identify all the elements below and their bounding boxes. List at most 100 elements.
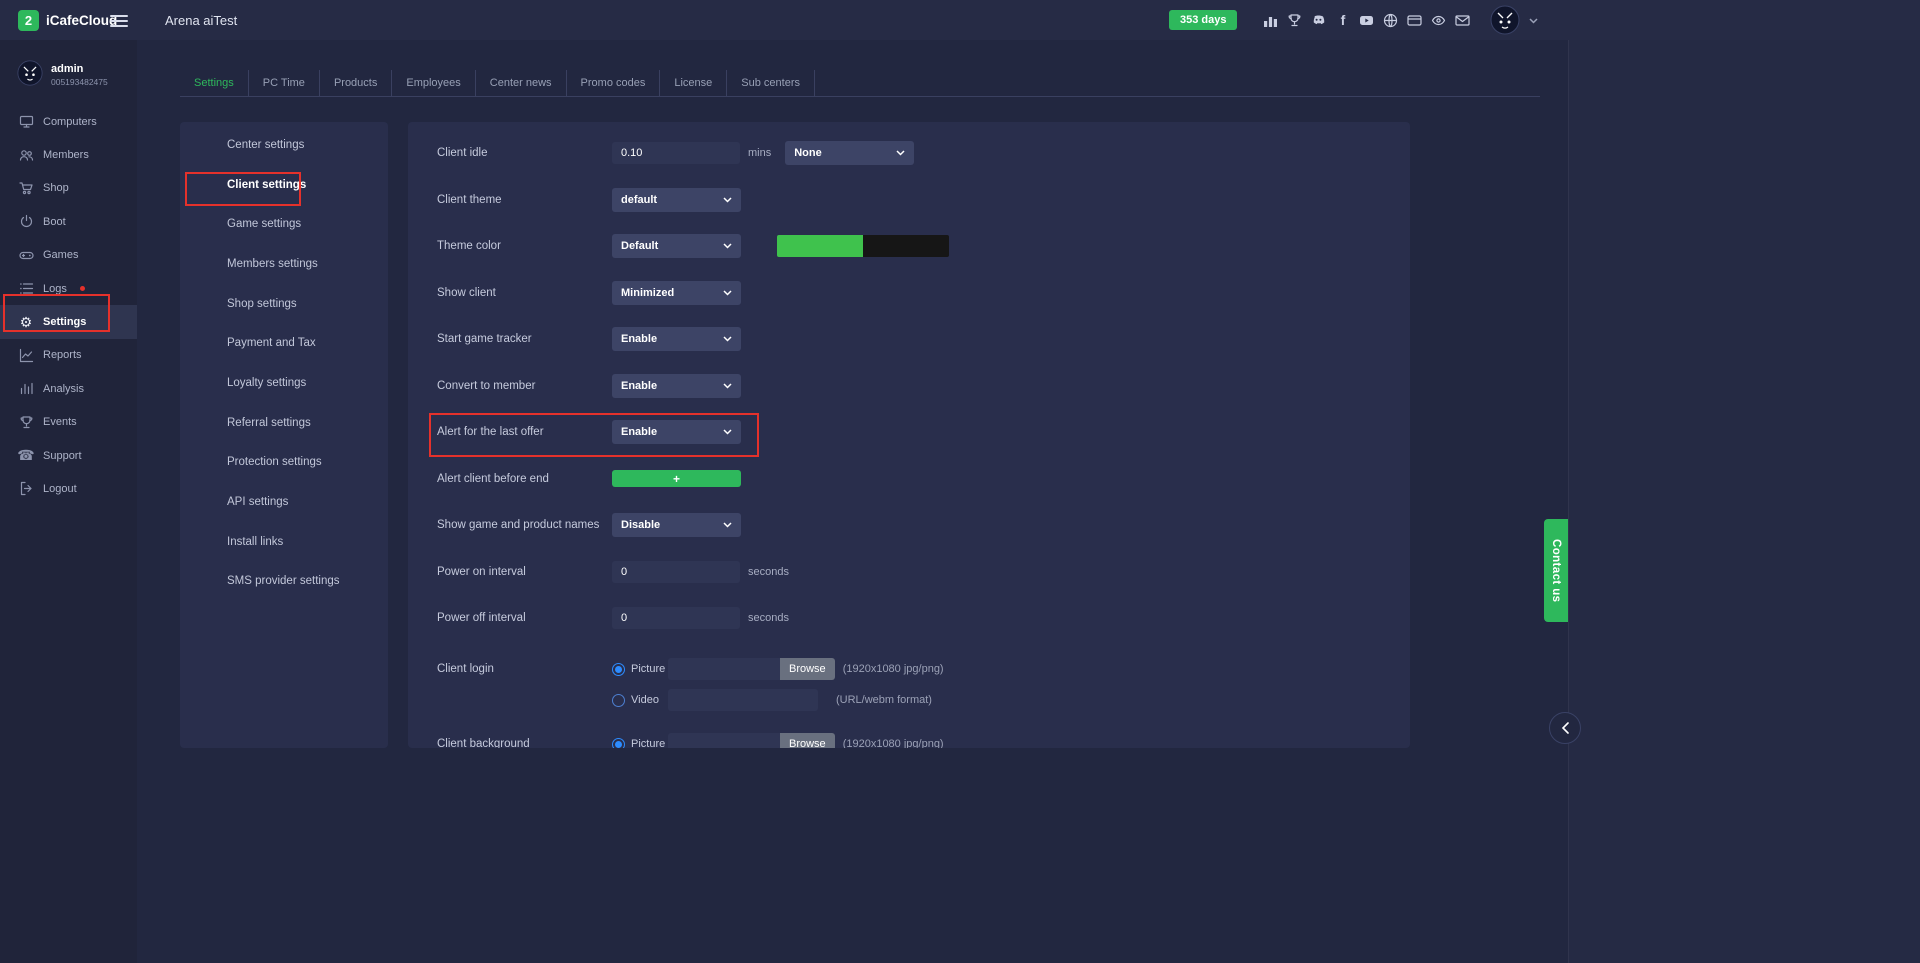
tab-license[interactable]: License [660, 70, 727, 96]
client-theme-select[interactable]: default [612, 188, 741, 212]
sidebar-item-analysis[interactable]: Analysis [0, 372, 137, 405]
card-icon[interactable] [1406, 12, 1423, 29]
cart-icon [18, 181, 34, 196]
tab-employees[interactable]: Employees [392, 70, 475, 96]
client-background-label: Client background [437, 729, 612, 749]
license-days-badge[interactable]: 353 days [1169, 10, 1237, 30]
tab-sub-centers[interactable]: Sub centers [727, 70, 815, 96]
row-client-theme: Client theme default [437, 177, 1410, 224]
alert-last-offer-select[interactable]: Enable [612, 420, 741, 444]
tab-center-news[interactable]: Center news [476, 70, 567, 96]
client-login-picture-radio[interactable] [612, 663, 625, 676]
alert-last-offer-label: Alert for the last offer [437, 426, 612, 438]
settings-nav-members-settings[interactable]: Members settings [180, 244, 388, 284]
sidebar-item-shop[interactable]: Shop [0, 172, 137, 205]
chevron-down-icon [723, 383, 732, 389]
sidebar-item-label: Games [43, 249, 78, 261]
settings-nav-payment-and-tax[interactable]: Payment and Tax [180, 323, 388, 363]
tab-pc-time[interactable]: PC Time [249, 70, 320, 96]
brand-name: iCafeCloud [46, 13, 117, 28]
phone-icon: ☎ [18, 447, 34, 464]
chat-collapse-button[interactable] [1549, 712, 1581, 744]
client-idle-select[interactable]: None [785, 141, 914, 165]
settings-nav-referral-settings[interactable]: Referral settings [180, 403, 388, 443]
eye-icon[interactable] [1430, 12, 1447, 29]
sidebar-item-computers[interactable]: Computers [0, 105, 137, 138]
settings-nav-api-settings[interactable]: API settings [180, 482, 388, 522]
chevron-down-icon [723, 290, 732, 296]
tab-promo-codes[interactable]: Promo codes [567, 70, 661, 96]
sidebar-item-logs[interactable]: Logs [0, 272, 137, 305]
row-start-game-tracker: Start game tracker Enable [437, 316, 1410, 363]
tab-products[interactable]: Products [320, 70, 392, 96]
settings-nav-sms-provider-settings[interactable]: SMS provider settings [180, 562, 388, 602]
show-client-select[interactable]: Minimized [612, 281, 741, 305]
tab-settings[interactable]: Settings [180, 70, 249, 96]
sidebar-item-members[interactable]: Members [0, 138, 137, 171]
stats-icon[interactable] [1262, 12, 1279, 29]
power-icon [18, 214, 34, 229]
settings-nav-loyalty-settings[interactable]: Loyalty settings [180, 363, 388, 403]
trophy-icon[interactable] [1286, 12, 1303, 29]
sidebar-item-label: Logout [43, 483, 77, 495]
convert-to-member-label: Convert to member [437, 380, 612, 392]
client-login-video-url-input[interactable] [668, 689, 818, 711]
convert-to-member-select[interactable]: Enable [612, 374, 741, 398]
icafecloud-app: 2 iCafeCloud Arena aiTest 353 days f [0, 0, 1920, 963]
facebook-icon[interactable]: f [1334, 12, 1351, 29]
contact-us-tab[interactable]: Contact us [1544, 519, 1568, 622]
row-convert-to-member: Convert to member Enable [437, 363, 1410, 410]
client-login-browse-button[interactable]: Browse [780, 658, 835, 680]
row-show-client: Show client Minimized [437, 270, 1410, 317]
members-icon [18, 148, 34, 163]
client-background-browse-button[interactable]: Browse [780, 733, 835, 748]
account-chevron-down-icon[interactable] [1529, 11, 1538, 29]
client-login-video-radio[interactable] [612, 694, 625, 707]
power-off-interval-input[interactable] [612, 607, 740, 629]
logout-icon [18, 481, 34, 496]
show-names-select[interactable]: Disable [612, 513, 741, 537]
sidebar-item-settings[interactable]: ⚙ Settings [0, 305, 137, 338]
settings-nav-center-settings[interactable]: Center settings [180, 125, 388, 165]
globe-icon[interactable] [1382, 12, 1399, 29]
client-background-picture-line: Picture Browse (1920x1080 jpg/png) [612, 729, 944, 749]
sidebar-item-label: Support [43, 450, 82, 462]
client-login-picture-hint: (1920x1080 jpg/png) [843, 663, 944, 675]
sidebar-item-boot[interactable]: Boot [0, 205, 137, 238]
theme-color-select[interactable]: Default [612, 234, 741, 258]
user-avatar-small [17, 60, 43, 91]
mail-icon[interactable] [1454, 12, 1471, 29]
client-background-file-input[interactable] [668, 733, 780, 748]
show-client-label: Show client [437, 287, 612, 299]
sidebar-item-events[interactable]: Events [0, 406, 137, 439]
client-login-picture-file-input[interactable] [668, 658, 780, 680]
sidebar-item-reports[interactable]: Reports [0, 339, 137, 372]
power-on-interval-input[interactable] [612, 561, 740, 583]
settings-nav-protection-settings[interactable]: Protection settings [180, 443, 388, 483]
sidebar-item-games[interactable]: Games [0, 239, 137, 272]
start-game-tracker-select[interactable]: Enable [612, 327, 741, 351]
sidebar-item-label: Analysis [43, 383, 84, 395]
settings-nav-game-settings[interactable]: Game settings [180, 204, 388, 244]
client-idle-input[interactable] [612, 142, 740, 164]
discord-icon[interactable] [1310, 12, 1327, 29]
client-background-picture-radio[interactable] [612, 738, 625, 749]
alert-before-end-add-button[interactable]: + [612, 470, 741, 487]
client-login-picture-line: Picture Browse (1920x1080 jpg/png) [612, 654, 944, 685]
monitor-icon [18, 114, 34, 129]
settings-nav-client-settings[interactable]: Client settings [180, 165, 388, 205]
brand[interactable]: 2 iCafeCloud [18, 0, 117, 40]
user-avatar[interactable] [1490, 5, 1520, 35]
settings-nav-install-links[interactable]: Install links [180, 522, 388, 562]
client-theme-label: Client theme [437, 194, 612, 206]
youtube-icon[interactable] [1358, 12, 1375, 29]
sidebar-toggle-button[interactable] [110, 12, 128, 28]
sidebar-item-label: Computers [43, 116, 97, 128]
sidebar-item-support[interactable]: ☎ Support [0, 439, 137, 472]
sidebar-item-logout[interactable]: Logout [0, 472, 137, 505]
sidebar-user[interactable]: admin 005193482475 [0, 40, 137, 94]
bars-icon [18, 381, 34, 396]
center-title: Arena aiTest [165, 0, 237, 40]
start-game-tracker-label: Start game tracker [437, 333, 612, 345]
settings-nav-shop-settings[interactable]: Shop settings [180, 284, 388, 324]
